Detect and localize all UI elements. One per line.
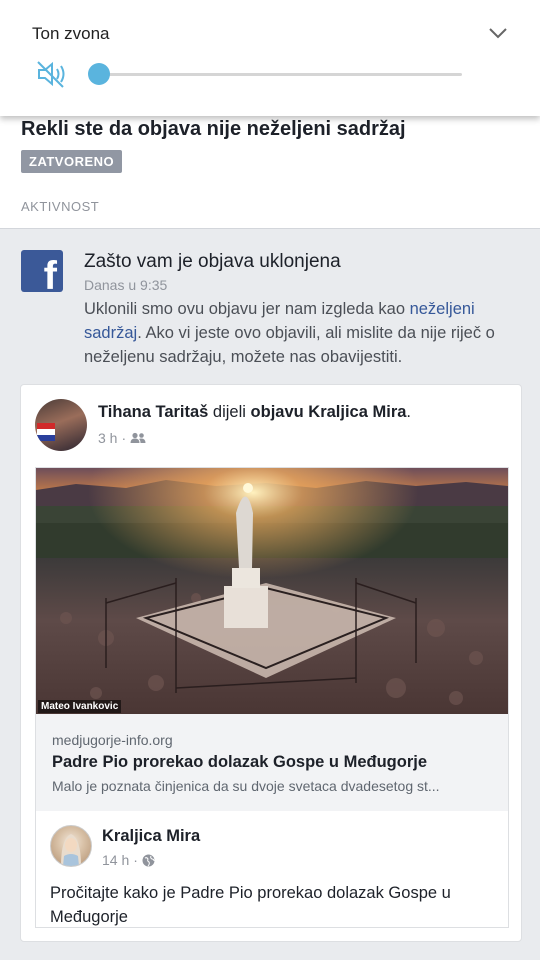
- notice-body-text: Uklonili smo ovu objavu jer nam izgleda …: [84, 300, 410, 318]
- post-suffix: .: [406, 403, 412, 421]
- original-post: Kraljica Mira 14 h · Pročitajte kako je …: [35, 811, 509, 928]
- photo-credit: Mateo Ivankovic: [38, 700, 122, 713]
- facebook-logo: f: [21, 250, 63, 292]
- link-preview[interactable]: Mateo Ivankovic medjugorje-info.org Padr…: [35, 467, 509, 813]
- volume-panel: Ton zvona: [0, 0, 540, 116]
- post-header: Tihana Taritaš dijeli objavu Kraljica Mi…: [98, 403, 411, 422]
- activity-section-label: AKTIVNOST: [21, 199, 100, 214]
- page-name[interactable]: Kraljica Mira: [102, 827, 200, 846]
- globe-icon: [142, 854, 155, 866]
- meta-separator: ·: [133, 852, 138, 868]
- notice-body: Uklonili smo ovu objavu jer nam izgleda …: [84, 297, 524, 369]
- link-preview-image[interactable]: Mateo Ivankovic: [36, 468, 508, 714]
- inner-post-meta: 14 h ·: [102, 852, 155, 868]
- notice-title: Zašto vam je objava uklonjena: [84, 251, 341, 272]
- inner-post-time[interactable]: 14 h: [102, 852, 129, 868]
- notice-body-text-2: . Ako vi jeste ovo objavili, ali mislite…: [84, 324, 495, 366]
- link-title[interactable]: Padre Pio prorekao dolazak Gospe u Međug…: [52, 753, 427, 772]
- shared-post-card: Tihana Taritaš dijeli objavu Kraljica Mi…: [20, 384, 522, 942]
- post-time[interactable]: 3 h: [98, 430, 117, 446]
- avatar[interactable]: [35, 399, 87, 451]
- notice-timestamp: Danas u 9:35: [84, 277, 168, 293]
- link-description: Malo je poznata činjenica da su dvoje sv…: [52, 778, 440, 794]
- meta-separator: ·: [121, 430, 127, 446]
- volume-slider-thumb[interactable]: [88, 63, 110, 85]
- post-author[interactable]: Tihana Taritaš: [98, 403, 208, 421]
- link-domain: medjugorje-info.org: [52, 732, 173, 748]
- friends-icon: [130, 432, 146, 443]
- volume-slider-track[interactable]: [100, 73, 462, 76]
- statue-photo: [36, 468, 508, 714]
- post-action: dijeli: [208, 403, 251, 421]
- volume-panel-title: Ton zvona: [32, 24, 110, 43]
- page-avatar[interactable]: [50, 825, 92, 867]
- report-header: Rekli ste da objava nije neželjeni sadrž…: [0, 116, 540, 229]
- madonna-avatar-image: [61, 834, 81, 866]
- flag-badge: [37, 423, 55, 441]
- facebook-f-glyph: f: [43, 254, 57, 292]
- report-title: Rekli ste da objava nije neželjeni sadrž…: [21, 118, 406, 140]
- speaker-muted-icon[interactable]: [36, 58, 68, 90]
- post-target[interactable]: objavu Kraljica Mira: [251, 403, 407, 421]
- inner-post-text: Pročitajte kako je Padre Pio prorekao do…: [50, 884, 451, 926]
- post-meta: 3 h ·: [98, 430, 146, 446]
- chevron-down-icon[interactable]: [488, 26, 508, 40]
- status-badge: ZATVORENO: [21, 150, 123, 173]
